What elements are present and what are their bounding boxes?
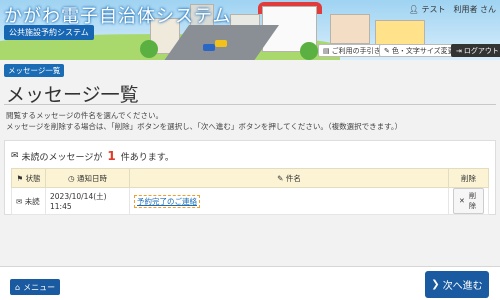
subject-cell: 予約完了のご連絡 xyxy=(129,187,449,215)
column-delete: 削除 xyxy=(448,168,489,188)
next-label: 次へ進む xyxy=(442,281,483,292)
delete-button[interactable]: ✕ 削除 xyxy=(453,188,484,214)
logout-label: ログアウト xyxy=(463,46,499,55)
table-row: ✉ 未読 2023/10/14(土) 11:45 予約完了のご連絡 ✕ 削除 xyxy=(11,187,489,215)
message-panel: ✉ 未読のメッセージが 1 件あります。 ⚑ 状態 ◷ 通知日時 ✎ 件名 削除… xyxy=(4,140,496,215)
user-name-text: テスト 利用者 さん xyxy=(421,5,496,14)
building-graphic xyxy=(330,14,370,44)
delete-label: 削除 xyxy=(468,192,476,210)
brush-icon: ✎ xyxy=(384,46,390,55)
column-delete-label: 削除 xyxy=(461,173,476,183)
tree-graphic xyxy=(300,42,318,60)
column-date-label: 通知日時 xyxy=(76,173,107,183)
color-size-button[interactable]: ✎ 色・文字サイズ変更 xyxy=(379,44,460,57)
envelope-icon: ✉ xyxy=(16,196,23,206)
message-table: ⚑ 状態 ◷ 通知日時 ✎ 件名 削除 ✉ 未読 2023/10/14(土) 1… xyxy=(11,168,489,215)
user-icon: 👤︎ xyxy=(408,5,419,14)
table-header-row: ⚑ 状態 ◷ 通知日時 ✎ 件名 削除 xyxy=(11,168,489,188)
description-line: 閲覧するメッセージの件名を選んでください。 xyxy=(6,111,163,120)
color-size-label: 色・文字サイズ変更 xyxy=(391,46,455,55)
guide-label: ご利用の手引き xyxy=(331,46,381,55)
envelope-icon: ✉ xyxy=(11,151,19,161)
pencil-icon: ✎ xyxy=(277,173,284,183)
footer-bar: ⌂ メニュー ❯ 次へ進む xyxy=(0,266,500,300)
delete-cell: ✕ 削除 xyxy=(448,187,489,215)
chevron-right-icon: ❯ xyxy=(431,279,440,290)
page-description: 閲覧するメッセージの件名を選んでください。 メッセージを削除する場合は、「削除」… xyxy=(6,110,402,132)
menu-button[interactable]: ⌂ メニュー xyxy=(10,279,61,295)
date-cell: 2023/10/14(土) 11:45 xyxy=(45,187,130,215)
unread-count: 1 xyxy=(107,149,116,163)
clock-icon: ◷ xyxy=(68,173,75,183)
column-date: ◷ 通知日時 xyxy=(45,168,130,188)
unread-prefix: 未読のメッセージが xyxy=(21,152,103,163)
column-subject-label: 件名 xyxy=(285,173,301,183)
subject-link[interactable]: 予約完了のご連絡 xyxy=(134,194,200,208)
header-banner: かがわ電子自治体システム 公共施設予約システム 👤︎ テスト 利用者 さん ▤ … xyxy=(0,0,500,60)
title-divider xyxy=(4,104,496,105)
app-subtitle: 公共施設予約システム xyxy=(4,25,94,40)
column-subject: ✎ 件名 xyxy=(129,168,449,188)
guide-button[interactable]: ▤ ご利用の手引き xyxy=(318,44,386,57)
breadcrumb: メッセージ一覧 xyxy=(4,64,65,77)
tree-graphic xyxy=(140,40,158,58)
home-icon: ⌂ xyxy=(15,282,21,292)
column-status-label: 状態 xyxy=(25,173,41,183)
book-icon: ▤ xyxy=(323,46,330,55)
user-name: 👤︎ テスト 利用者 さん xyxy=(409,4,496,15)
unread-summary: ✉ 未読のメッセージが 1 件あります。 xyxy=(11,149,174,163)
status-text: 未読 xyxy=(24,196,40,206)
menu-label: メニュー xyxy=(23,282,56,292)
status-cell: ✉ 未読 xyxy=(11,187,46,215)
column-status: ⚑ 状態 xyxy=(11,168,46,188)
flag-icon: ⚑ xyxy=(16,173,24,183)
logout-icon: ⇥ xyxy=(456,46,462,55)
next-button[interactable]: ❯ 次へ進む xyxy=(425,271,489,298)
logout-button[interactable]: ⇥ ログアウト xyxy=(451,44,500,57)
page-title: メッセージ一覧 xyxy=(6,84,139,106)
close-icon: ✕ xyxy=(459,197,465,205)
car-graphic xyxy=(203,44,215,51)
car-graphic xyxy=(215,40,227,47)
description-line: メッセージを削除する場合は、「削除」ボタンを選択し、「次へ進む」ボタンを押してく… xyxy=(6,122,403,131)
unread-suffix: 件あります。 xyxy=(120,152,174,163)
